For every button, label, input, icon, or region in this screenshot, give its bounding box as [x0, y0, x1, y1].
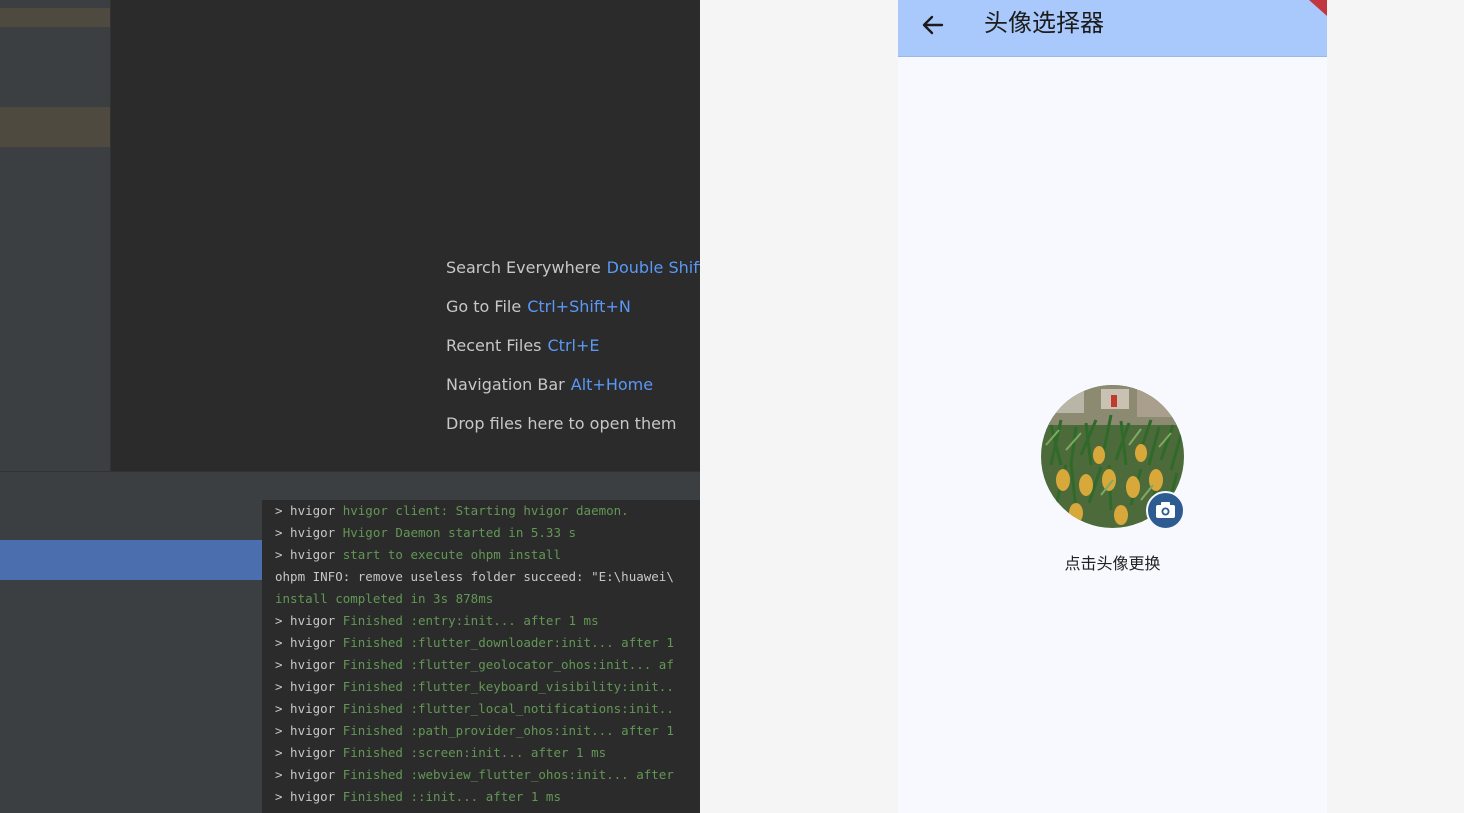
hint-label: Search Everywhere [446, 258, 601, 277]
console-line-prefix: > hvigor [275, 745, 343, 760]
editor-empty-hints: Search Everywhere Double Shift Go to File… [446, 256, 700, 451]
hint-shortcut: Double Shift [606, 258, 700, 277]
project-panel-highlight-row[interactable] [0, 107, 111, 147]
console-line-prefix: > hvigor [275, 657, 343, 672]
console-line-text: Finished :screen:init... after 1 ms [342, 745, 607, 760]
hint-go-to-file: Go to File Ctrl+Shift+N [446, 295, 700, 334]
console-line-prefix: > hvigor [275, 767, 343, 782]
console-line-text: ohpm INFO: remove useless folder succeed… [275, 569, 674, 584]
console-line-text: Finished :entry:init... after 1 ms [342, 613, 599, 628]
console-line-prefix: > hvigor [275, 525, 343, 540]
panel-divider[interactable] [110, 0, 111, 471]
console-line-prefix: > hvigor [275, 503, 343, 518]
console-line-text: Finished :flutter_keyboard_visibility:in… [342, 679, 674, 694]
change-avatar-button[interactable] [1146, 491, 1185, 530]
console-line-text: hvigor client: Starting hvigor daemon. [342, 503, 629, 518]
console-line-text: Hvigor Daemon started in 5.33 s [342, 525, 577, 540]
hint-label: Drop files here to open them [446, 414, 677, 433]
console-line: ohpm INFO: remove useless folder succeed… [275, 568, 674, 590]
console-line-prefix: > hvigor [275, 547, 343, 562]
app-screen: 头像选择器 点击头像更换 [898, 0, 1327, 813]
avatar-caption: 点击头像更换 [1064, 554, 1161, 573]
hint-label: Recent Files [446, 336, 542, 355]
console-line: > hvigor Finished :flutter_keyboard_visi… [275, 678, 674, 700]
console-line-text: Finished :flutter_local_notifications:in… [342, 701, 674, 716]
console-line: install completed in 3s 878ms [275, 590, 493, 612]
hint-navigation-bar: Navigation Bar Alt+Home [446, 373, 700, 412]
project-panel-highlight-row[interactable] [0, 8, 111, 27]
arrow-left-icon [922, 15, 944, 35]
console-line-text: Finished :webview_flutter_ohos:init... a… [342, 767, 674, 782]
hint-drop-files: Drop files here to open them [446, 412, 700, 451]
console-line: > hvigor Finished :screen:init... after … [275, 744, 606, 766]
console-line-prefix: > hvigor [275, 635, 343, 650]
console-line-prefix: > hvigor [275, 679, 343, 694]
console-line-text: start to execute ohpm install [342, 547, 561, 562]
console-line-text: install completed in 3s 878ms [275, 591, 494, 606]
console-line: > hvigor Hvigor Daemon started in 5.33 s [275, 524, 576, 546]
console-line-text: Finished ::init... after 1 ms [342, 789, 561, 804]
console-line-text: Finished :path_provider_ohos:init... aft… [342, 723, 674, 738]
back-button[interactable] [920, 12, 946, 38]
console-line-prefix: > hvigor [275, 701, 343, 716]
run-console[interactable]: > hvigor hvigor client: Starting hvigor … [263, 500, 700, 813]
run-tree-selected-row[interactable] [0, 540, 262, 580]
hint-label: Go to File [446, 297, 522, 316]
hint-label: Navigation Bar [446, 375, 565, 394]
ide-project-panel[interactable] [0, 0, 111, 471]
console-line-prefix: > hvigor [275, 723, 343, 738]
hint-shortcut: Ctrl+Shift+N [527, 297, 631, 316]
console-line: > hvigor Finished :flutter_downloader:in… [275, 634, 674, 656]
console-line: > hvigor Finished ::init... after 1 ms [275, 788, 561, 810]
console-line: > hvigor Finished :entry:init... after 1… [275, 612, 599, 634]
console-line: > hvigor Finished :flutter_local_notific… [275, 700, 674, 722]
app-title: 头像选择器 [984, 9, 1104, 37]
console-line: > hvigor start to execute ohpm install [275, 546, 561, 568]
hint-recent-files: Recent Files Ctrl+E [446, 334, 700, 373]
console-line-prefix: > hvigor [275, 789, 343, 804]
debug-banner-corner [1309, 0, 1327, 16]
console-line: > hvigor hvigor client: Starting hvigor … [275, 502, 629, 524]
console-line-prefix: > hvigor [275, 613, 343, 628]
console-line: > hvigor Finished :flutter_geolocator_oh… [275, 656, 674, 678]
console-line: > hvigor Finished :path_provider_ohos:in… [275, 722, 674, 744]
console-line-text: Finished :flutter_geolocator_ohos:init..… [342, 657, 674, 672]
avatar-picker[interactable] [1041, 385, 1185, 530]
camera-icon [1156, 502, 1175, 518]
run-tool-window-header [0, 471, 700, 501]
hint-search-everywhere: Search Everywhere Double Shift [446, 256, 700, 295]
console-line: > hvigor Finished :webview_flutter_ohos:… [275, 766, 674, 788]
console-line-text: Finished :flutter_downloader:init... aft… [342, 635, 674, 650]
app-bar: 头像选择器 [898, 0, 1327, 57]
hint-shortcut: Alt+Home [570, 375, 654, 394]
hint-shortcut: Ctrl+E [547, 336, 600, 355]
run-tree-panel[interactable] [0, 500, 263, 813]
ide-window: Search Everywhere Double Shift Go to File… [0, 0, 700, 813]
